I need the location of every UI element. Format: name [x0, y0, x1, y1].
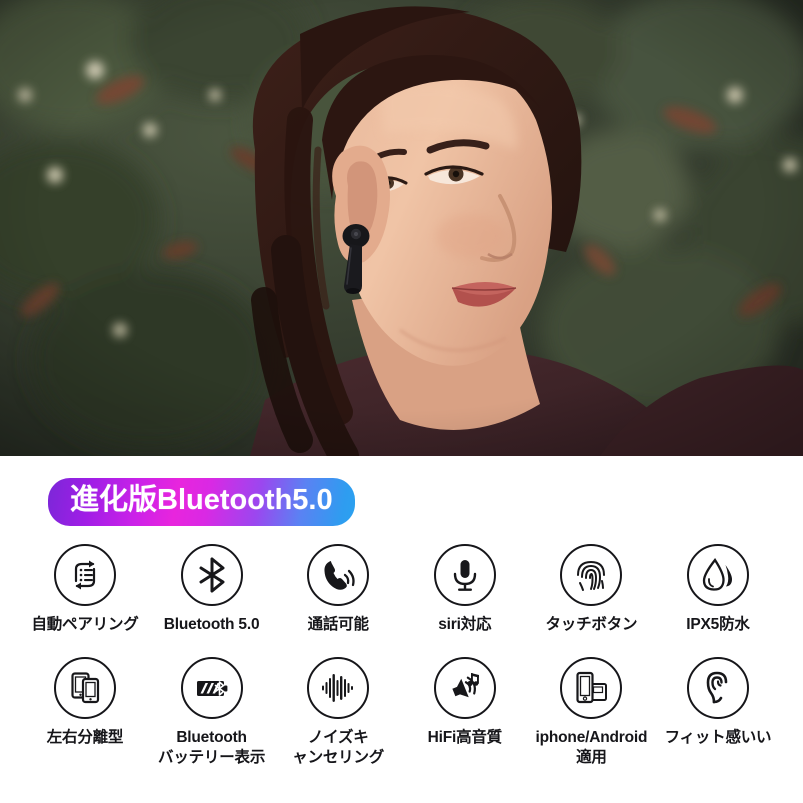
feature-label: siri対応	[438, 616, 492, 633]
water-drop-icon	[686, 544, 749, 606]
two-phones-icon	[54, 656, 116, 719]
feature-touch-button: タッチボタン	[530, 544, 652, 635]
speaker-music-icon	[433, 656, 496, 719]
feature-auto-pairing: 自動ペアリング	[24, 544, 146, 635]
feature-siri: siri対応	[404, 544, 526, 635]
feature-bluetooth-battery: Bluetooth バッテリー表示	[151, 656, 273, 768]
feature-label: Bluetooth バッテリー表示	[158, 728, 266, 766]
phone-call-icon	[307, 544, 370, 606]
feature-panel: 進化版Bluetooth5.0 自動ペアリング Bluetooth 5.0 通話…	[0, 456, 803, 803]
feature-noise-cancelling: ノイズキ ャンセリング	[277, 656, 399, 768]
feature-label: 左右分離型	[46, 728, 124, 746]
feature-label: Bluetooth 5.0	[163, 616, 260, 633]
hero-photo	[0, 0, 803, 456]
feature-label: IPX5防水	[686, 616, 750, 633]
feature-row-2: 左右分離型 Bluetooth バッテリー表示 ノイズキ ャンセリング HiFi…	[0, 656, 803, 768]
feature-hifi: HiFi高音質	[404, 656, 526, 748]
fingerprint-icon	[560, 544, 623, 606]
feature-phone-call: 通話可能	[277, 544, 399, 635]
ear-icon	[686, 656, 749, 719]
feature-label: HiFi高音質	[427, 728, 503, 746]
waveform-icon	[307, 656, 370, 719]
feature-label: 自動ペアリング	[31, 616, 139, 633]
feature-label: iphone/Android 適用	[535, 728, 648, 766]
feature-label: フィット感いい	[664, 728, 772, 746]
banner-wrap: 進化版Bluetooth5.0	[48, 478, 355, 526]
feature-label: ノイズキ ャンセリング	[292, 728, 385, 766]
feature-compatibility: iphone/Android 適用	[530, 656, 652, 768]
microphone-icon	[433, 544, 496, 606]
feature-left-right-separate: 左右分離型	[24, 656, 146, 748]
feature-grid: 自動ペアリング Bluetooth 5.0 通話可能 siri対応 タッチボタン…	[0, 544, 803, 767]
feature-bluetooth: Bluetooth 5.0	[151, 544, 273, 635]
feature-label: タッチボタン	[545, 616, 638, 633]
bluetooth-battery-icon	[180, 656, 243, 719]
feature-comfort-fit: フィット感いい	[657, 656, 779, 748]
feature-label: 通話可能	[307, 616, 369, 633]
hero-photo-illustration	[0, 0, 803, 456]
product-feature-image: 進化版Bluetooth5.0 自動ペアリング Bluetooth 5.0 通話…	[0, 0, 803, 803]
phone-device-icon	[560, 656, 623, 719]
bluetooth-version-banner: 進化版Bluetooth5.0	[48, 478, 355, 526]
auto-pairing-icon	[54, 544, 116, 606]
bluetooth-icon	[180, 544, 243, 606]
feature-row-1: 自動ペアリング Bluetooth 5.0 通話可能 siri対応 タッチボタン…	[0, 544, 803, 635]
feature-waterproof: IPX5防水	[657, 544, 779, 635]
